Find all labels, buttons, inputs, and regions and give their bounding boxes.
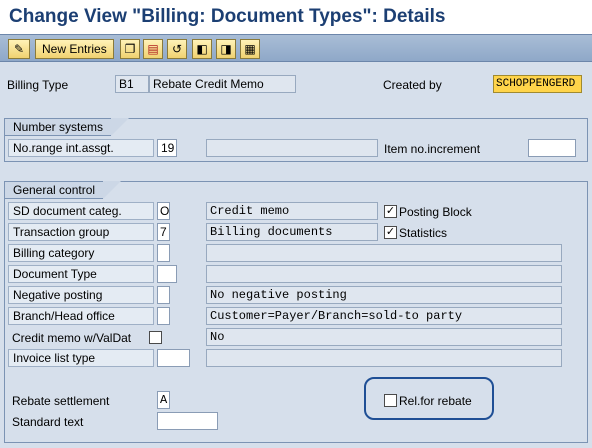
no-range-label: No.range int.assgt.	[8, 139, 154, 157]
transaction-group-field[interactable]: 7	[157, 223, 170, 241]
page-title: Change View "Billing: Document Types": D…	[9, 6, 446, 27]
item-increment-field[interactable]	[528, 139, 576, 157]
negative-posting-label: Negative posting	[8, 286, 154, 304]
standard-text-label: Standard text	[12, 415, 84, 429]
billing-category-description	[206, 244, 562, 262]
billing-type-field[interactable]: B1	[115, 75, 149, 93]
new-entries-button[interactable]: New Entries	[35, 39, 114, 59]
credit-memo-label: Credit memo w/ValDat	[12, 331, 132, 345]
new-entries-label: New Entries	[42, 42, 107, 56]
next-entry-icon[interactable]: ◨	[216, 39, 236, 59]
application-toolbar: ✎ New Entries ❐ ▤ ↺ ◧ ◨ ▦	[0, 34, 592, 62]
undo-icon[interactable]: ↺	[167, 39, 187, 59]
branch-head-description: Customer=Payer/Branch=sold-to party	[206, 307, 562, 325]
title-bar: Change View "Billing: Document Types": D…	[0, 0, 592, 34]
rel-for-rebate-checkbox[interactable]	[384, 394, 397, 407]
transaction-group-label: Transaction group	[8, 223, 154, 241]
branch-head-field[interactable]	[157, 307, 170, 325]
created-by-label: Created by	[383, 78, 442, 92]
transaction-group-description: Billing documents	[206, 223, 378, 241]
sd-doc-categ-description: Credit memo	[206, 202, 378, 220]
statistics-label: Statistics	[399, 226, 448, 240]
credit-memo-description: No	[206, 328, 562, 346]
item-increment-label: Item no.increment	[384, 142, 481, 156]
copy-icon[interactable]: ❐	[120, 39, 140, 59]
previous-entry-icon[interactable]: ◧	[192, 39, 212, 59]
sd-doc-categ-label: SD document categ.	[8, 202, 154, 220]
billing-category-label: Billing category	[8, 244, 154, 262]
created-by-field[interactable]: SCHOPPENGERD	[493, 75, 582, 93]
rebate-settlement-label: Rebate settlement	[12, 394, 110, 408]
billing-type-description: Rebate Credit Memo	[149, 75, 296, 93]
posting-block-label: Posting Block	[399, 205, 472, 219]
invoice-list-field[interactable]	[157, 349, 190, 367]
invoice-list-description	[206, 349, 562, 367]
general-control-title: General control	[4, 181, 122, 199]
statistics-checkbox[interactable]: ✓	[384, 226, 397, 239]
standard-text-field[interactable]	[157, 412, 218, 430]
variable-list-icon[interactable]: ▦	[240, 39, 260, 59]
invoice-list-label: Invoice list type	[8, 349, 154, 367]
billing-category-field[interactable]	[157, 244, 170, 262]
document-type-field[interactable]	[157, 265, 177, 283]
delete-icon[interactable]: ▤	[143, 39, 163, 59]
no-range-description	[206, 139, 378, 157]
change-display-icon[interactable]: ✎	[8, 39, 30, 59]
number-systems-title: Number systems	[4, 118, 130, 136]
branch-head-label: Branch/Head office	[8, 307, 154, 325]
rel-for-rebate-label: Rel.for rebate	[399, 394, 472, 408]
sd-doc-categ-field[interactable]: O	[157, 202, 170, 220]
document-type-label: Document Type	[8, 265, 154, 283]
no-range-field[interactable]: 19	[157, 139, 177, 157]
billing-type-label: Billing Type	[7, 78, 69, 92]
rebate-settlement-field[interactable]: A	[157, 391, 170, 409]
document-type-description	[206, 265, 562, 283]
credit-memo-checkbox[interactable]	[149, 331, 162, 344]
posting-block-checkbox[interactable]: ✓	[384, 205, 397, 218]
negative-posting-field[interactable]	[157, 286, 170, 304]
negative-posting-description: No negative posting	[206, 286, 562, 304]
